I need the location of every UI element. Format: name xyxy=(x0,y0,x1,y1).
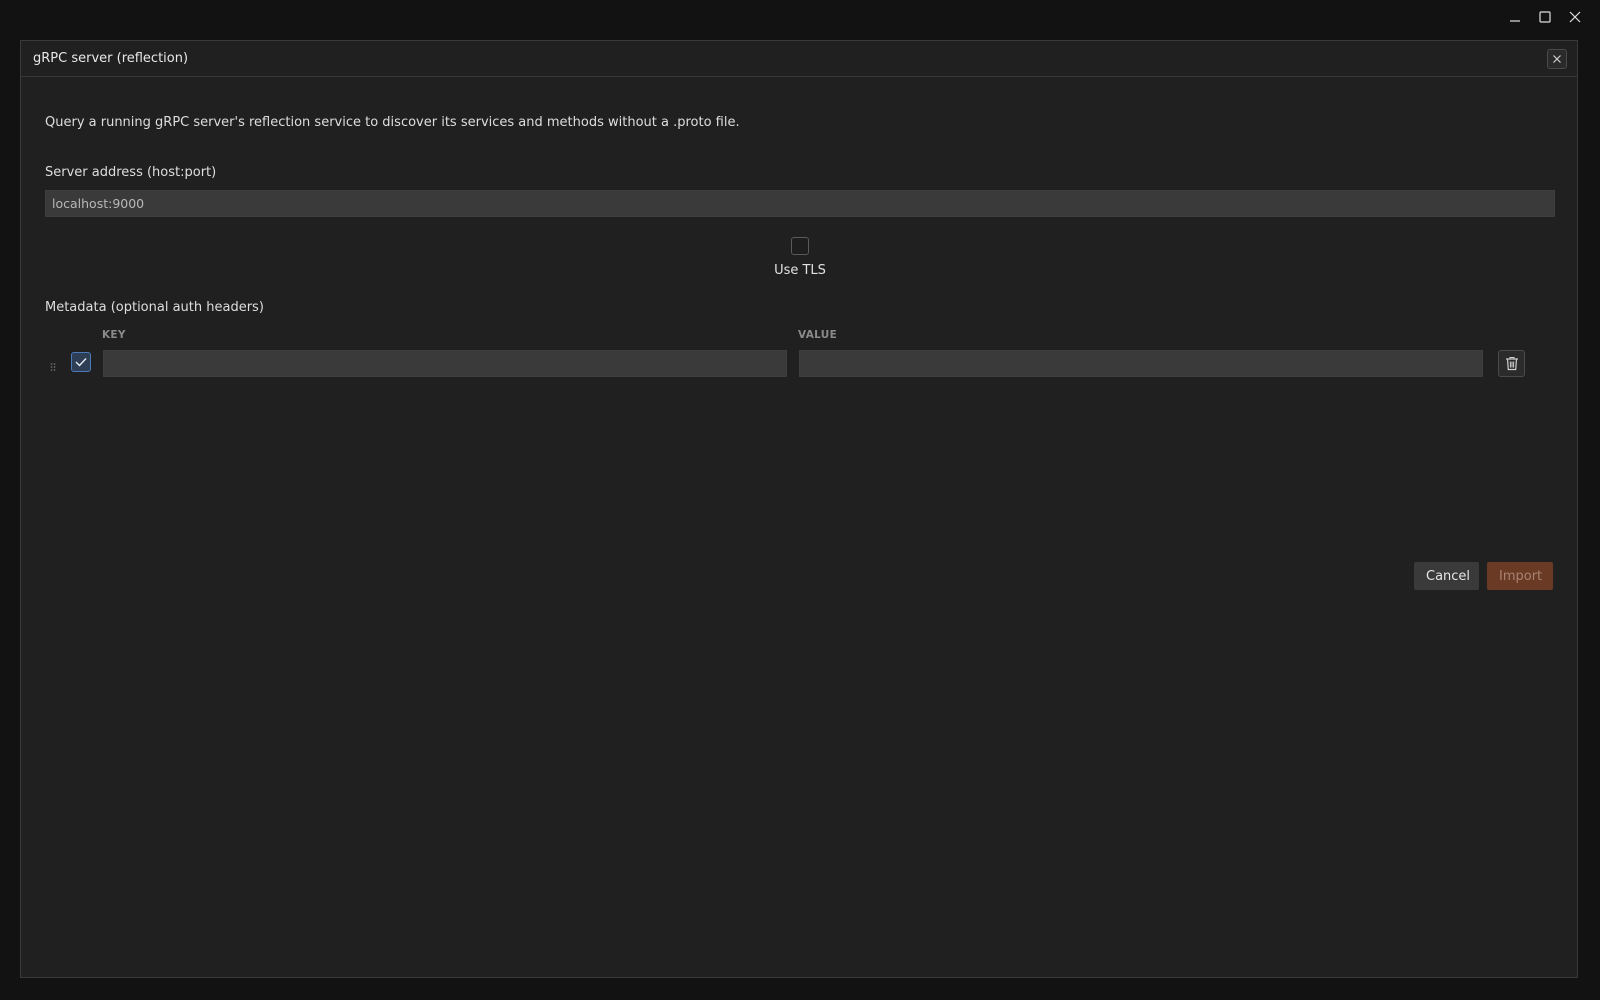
metadata-label: Metadata (optional auth headers) xyxy=(45,300,264,315)
metadata-value-input[interactable] xyxy=(799,350,1483,377)
metadata-key-input[interactable] xyxy=(103,350,787,377)
use-tls-label: Use TLS xyxy=(774,263,826,278)
checkmark-icon xyxy=(75,358,87,367)
minimize-icon xyxy=(1510,20,1520,22)
minimize-button[interactable] xyxy=(1500,6,1530,28)
server-address-label: Server address (host:port) xyxy=(45,165,217,180)
dialog-body: Query a running gRPC server's reflection… xyxy=(21,114,1577,590)
cancel-button[interactable]: Cancel xyxy=(1414,562,1479,590)
dialog-title: gRPC server (reflection) xyxy=(33,51,189,66)
key-column-header: KEY xyxy=(102,329,126,341)
close-icon xyxy=(1553,54,1561,63)
maximize-button[interactable] xyxy=(1530,6,1560,28)
import-button[interactable]: Import xyxy=(1487,562,1553,590)
metadata-row xyxy=(45,350,1553,380)
dialog-actions: Cancel Import xyxy=(1414,562,1553,590)
window-close-icon xyxy=(1569,11,1581,23)
trash-icon xyxy=(1505,356,1518,371)
grpc-reflection-dialog: gRPC server (reflection) Query a running… xyxy=(20,40,1578,978)
maximize-icon xyxy=(1539,11,1551,23)
metadata-row-enabled-checkbox[interactable] xyxy=(71,352,91,372)
metadata-table-header: KEY VALUE xyxy=(45,326,1553,348)
tls-option: Use TLS xyxy=(45,237,1555,278)
value-column-header: VALUE xyxy=(798,329,838,341)
window-close-button[interactable] xyxy=(1560,6,1590,28)
drag-handle-icon[interactable] xyxy=(50,358,56,371)
use-tls-checkbox[interactable] xyxy=(791,237,809,255)
dialog-description: Query a running gRPC server's reflection… xyxy=(45,115,740,130)
window-controls xyxy=(1500,6,1590,28)
dialog-header: gRPC server (reflection) xyxy=(21,41,1577,77)
delete-row-button[interactable] xyxy=(1498,350,1525,377)
server-address-input[interactable] xyxy=(45,190,1555,217)
dialog-close-button[interactable] xyxy=(1547,48,1567,69)
